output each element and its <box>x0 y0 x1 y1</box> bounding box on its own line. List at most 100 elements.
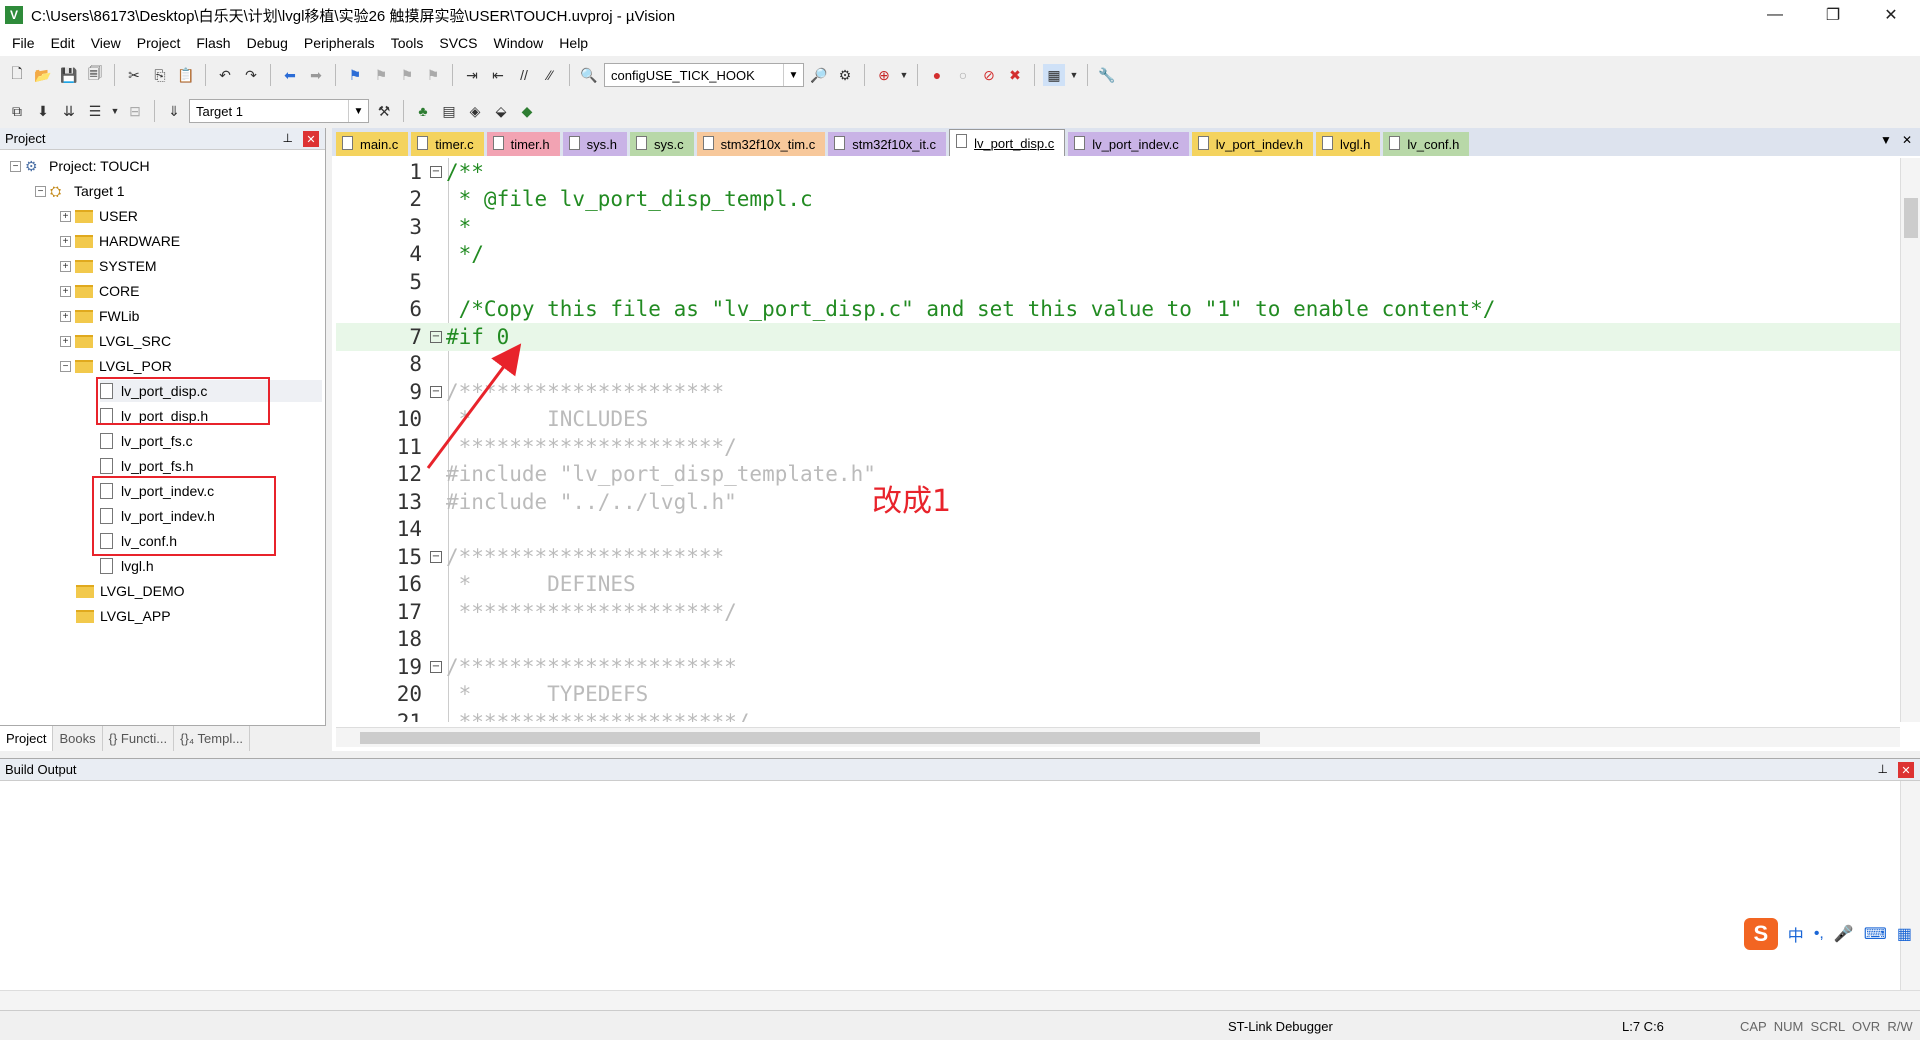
editor-tab-lvgl-h[interactable]: lvgl.h <box>1315 132 1381 156</box>
open-folder-icon[interactable]: 📂 <box>32 64 54 86</box>
editor-tab-lv-port-disp-c[interactable]: lv_port_disp.c <box>949 129 1066 156</box>
ime-voice-icon[interactable]: 🎤 <box>1834 924 1854 944</box>
prev-bookmark-icon[interactable]: ⚑ <box>370 64 392 86</box>
save-all-icon[interactable]: 🗐 <box>84 64 106 86</box>
editor-tab-timer-c[interactable]: timer.c <box>411 132 484 156</box>
ime-punctuation-icon[interactable]: •, <box>1814 925 1824 943</box>
menu-edit[interactable]: Edit <box>43 35 83 51</box>
enable-breakpoint-icon[interactable]: ○ <box>952 64 974 86</box>
editor-tab-main-c[interactable]: main.c <box>336 132 409 156</box>
chevron-down-icon[interactable]: ▼ <box>348 100 368 122</box>
code-line[interactable]: 17 *********************/ <box>336 598 1900 626</box>
close-button[interactable]: ✕ <box>1862 0 1920 30</box>
code-line[interactable]: 1−/** <box>336 158 1900 186</box>
menu-file[interactable]: File <box>4 35 43 51</box>
batch-build-icon[interactable]: ☰ <box>84 100 106 122</box>
stop-build-icon[interactable]: ⊟ <box>124 100 146 122</box>
close-icon[interactable]: ✕ <box>1898 762 1914 778</box>
build-icon[interactable]: ⬇ <box>32 100 54 122</box>
debug-session-icon[interactable]: ⊕ <box>873 64 895 86</box>
unindent-icon[interactable]: ⇤ <box>487 64 509 86</box>
chevron-down-icon[interactable]: ▼ <box>110 100 120 122</box>
expand-icon[interactable]: + <box>60 210 71 222</box>
tab-functions[interactable]: {} Functi... <box>103 726 175 751</box>
tree-file-lv-port-fs-c[interactable]: lv_port_fs.c <box>100 430 193 452</box>
expand-icon[interactable]: + <box>60 310 71 322</box>
menu-view[interactable]: View <box>83 35 129 51</box>
tree-project-root[interactable]: − ⚙ Project: TOUCH <box>10 155 150 177</box>
insert-breakpoint-icon[interactable]: ● <box>926 64 948 86</box>
menu-flash[interactable]: Flash <box>188 35 238 51</box>
run-time-environment-icon[interactable]: ◆ <box>516 100 538 122</box>
code-line[interactable]: 14 <box>336 516 1900 544</box>
chevron-down-icon[interactable]: ▼ <box>783 64 803 86</box>
translate-icon[interactable]: ⧉ <box>6 100 28 122</box>
editor-tab-timer-h[interactable]: timer.h <box>486 132 560 156</box>
chevron-down-icon[interactable]: ▼ <box>1069 64 1079 86</box>
collapse-icon[interactable]: − <box>60 360 71 372</box>
editor-tab-stm32f10x-tim-c[interactable]: stm32f10x_tim.c <box>696 132 826 156</box>
code-line[interactable]: 2 * @file lv_port_disp_templ.c <box>336 186 1900 214</box>
comment-icon[interactable]: // <box>513 64 535 86</box>
chevron-down-icon[interactable]: ▼ <box>899 64 909 86</box>
pin-icon[interactable]: ⊥ <box>283 131 293 145</box>
menu-window[interactable]: Window <box>486 35 552 51</box>
collapse-icon[interactable]: − <box>35 185 46 197</box>
code-line[interactable]: 8 <box>336 351 1900 379</box>
find-in-files-icon[interactable]: 🔍 <box>578 64 600 86</box>
editor-tab-sys-c[interactable]: sys.c <box>629 132 694 156</box>
undo-icon[interactable]: ↶ <box>214 64 236 86</box>
tree-group-lvgl-src[interactable]: + LVGL_SRC <box>60 330 171 352</box>
bookmark-icon[interactable]: ⚑ <box>344 64 366 86</box>
code-line[interactable]: 3 * <box>336 213 1900 241</box>
editor-tab-lv-conf-h[interactable]: lv_conf.h <box>1383 132 1470 156</box>
menu-project[interactable]: Project <box>129 35 189 51</box>
download-icon[interactable]: ⇓ <box>163 100 185 122</box>
fold-toggle-icon[interactable]: − <box>430 550 442 563</box>
cut-icon[interactable]: ✂ <box>123 64 145 86</box>
tree-file-lvgl-h[interactable]: lvgl.h <box>100 555 154 577</box>
close-icon[interactable]: ✕ <box>303 131 319 147</box>
menu-debug[interactable]: Debug <box>239 35 296 51</box>
code-line[interactable]: 18 <box>336 626 1900 654</box>
pack-installer-icon[interactable]: ⬙ <box>490 100 512 122</box>
uncomment-icon[interactable]: ⁄⁄ <box>539 64 561 86</box>
code-line[interactable]: 16 * DEFINES <box>336 571 1900 599</box>
tab-project[interactable]: Project <box>0 726 54 751</box>
target-options-icon[interactable]: ⚒ <box>373 100 395 122</box>
expand-icon[interactable]: + <box>60 235 71 247</box>
indent-icon[interactable]: ⇥ <box>461 64 483 86</box>
file-extensions-icon[interactable]: ▤ <box>438 100 460 122</box>
tree-group-system[interactable]: + SYSTEM <box>60 255 157 277</box>
code-line[interactable]: 13 #include "../../lvgl.h" <box>336 488 1900 516</box>
tab-dropdown-icon[interactable]: ▼ <box>1880 133 1892 147</box>
ime-keyboard-icon[interactable]: ⌨ <box>1864 924 1887 944</box>
tree-file-lv-port-fs-h[interactable]: lv_port_fs.h <box>100 455 193 477</box>
configuration-wizard-icon[interactable]: ⚙ <box>834 64 856 86</box>
code-line[interactable]: 21 **********************/ <box>336 708 1900 722</box>
next-bookmark-icon[interactable]: ⚑ <box>396 64 418 86</box>
tab-books[interactable]: Books <box>53 726 103 751</box>
redo-icon[interactable]: ↷ <box>240 64 262 86</box>
tree-group-lvgl-demo[interactable]: LVGL_DEMO <box>76 580 185 602</box>
editor-tab-lv-port-indev-h[interactable]: lv_port_indev.h <box>1191 132 1313 156</box>
code-line[interactable]: 7− #if 0 <box>336 323 1900 351</box>
fold-toggle-icon[interactable]: − <box>430 660 442 673</box>
window-layout-icon[interactable]: ▦ <box>1043 64 1065 86</box>
expand-icon[interactable]: + <box>60 335 71 347</box>
collapse-icon[interactable]: − <box>10 160 21 172</box>
manage-components-icon[interactable]: ♣ <box>412 100 434 122</box>
code-line[interactable]: 6 /*Copy this file as "lv_port_disp.c" a… <box>336 296 1900 324</box>
tree-group-hardware[interactable]: + HARDWARE <box>60 230 180 252</box>
tab-templates[interactable]: {}₄ Templ... <box>174 726 251 751</box>
editor-horizontal-scrollbar[interactable] <box>336 727 1900 747</box>
fold-toggle-icon[interactable]: − <box>430 385 442 398</box>
minimize-button[interactable]: — <box>1746 0 1804 30</box>
menu-svcs[interactable]: SVCS <box>431 35 485 51</box>
tree-group-lvgl-por[interactable]: − LVGL_POR <box>60 355 172 377</box>
code-line[interactable]: 12 #include "lv_port_disp_template.h" <box>336 461 1900 489</box>
scroll-thumb[interactable] <box>1904 198 1918 238</box>
menu-tools[interactable]: Tools <box>383 35 432 51</box>
code-line[interactable]: 11 *********************/ <box>336 433 1900 461</box>
pin-icon[interactable]: ⊥ <box>1878 762 1888 776</box>
